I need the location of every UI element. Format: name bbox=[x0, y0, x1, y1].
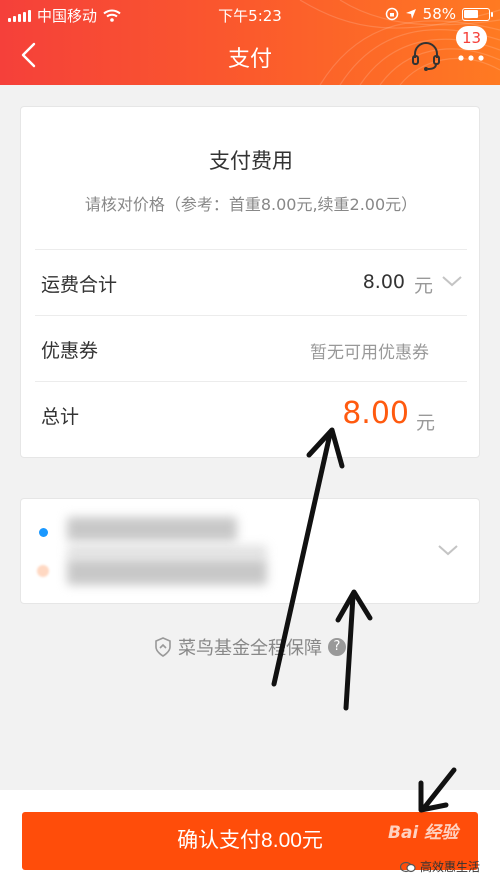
location-icon bbox=[405, 9, 416, 19]
coupon-row[interactable]: 优惠券 暂无可用优惠券 bbox=[35, 315, 467, 381]
payment-title: 支付费用 bbox=[209, 149, 293, 173]
sender-dot bbox=[39, 528, 48, 537]
battery-percent: 58% bbox=[422, 5, 456, 23]
blurred-sender-detail bbox=[67, 545, 267, 559]
rotation-lock-icon bbox=[385, 7, 398, 21]
more-icon[interactable] bbox=[456, 48, 488, 68]
coupon-label: 优惠券 bbox=[41, 340, 99, 362]
guarantee-line[interactable]: 菜鸟基金全程保障 ? bbox=[0, 634, 500, 660]
battery-icon bbox=[462, 7, 493, 21]
shipping-row[interactable]: 运费合计 8.00 元 bbox=[35, 249, 467, 315]
status-bar: 中国移动 下午5:23 58% bbox=[0, 0, 500, 28]
baidu-watermark: Bai 经验 bbox=[388, 823, 459, 843]
account-name: 高效惠生活 bbox=[420, 860, 481, 874]
total-value: 8.00 bbox=[342, 396, 409, 431]
shipping-unit: 元 bbox=[413, 275, 433, 297]
blurred-sender bbox=[67, 517, 237, 541]
price-reference: 请核对价格（参考：首重8.00元,续重2.00元） bbox=[84, 195, 418, 214]
blurred-receiver bbox=[67, 559, 267, 585]
chevron-down-icon[interactable] bbox=[441, 274, 463, 288]
help-icon[interactable]: ? bbox=[328, 638, 346, 656]
total-row: 总计 8.00 元 bbox=[35, 381, 467, 453]
wechat-icon bbox=[400, 861, 416, 872]
account-watermark: 高效惠生活 bbox=[400, 858, 480, 875]
message-badge[interactable]: 13 bbox=[456, 26, 488, 50]
shipping-label: 运费合计 bbox=[41, 274, 118, 296]
receiver-dot bbox=[37, 565, 49, 577]
header-bar: 中国移动 下午5:23 58% 支付 13 bbox=[0, 0, 500, 85]
total-unit: 元 bbox=[415, 412, 435, 434]
total-label: 总计 bbox=[41, 406, 80, 428]
guarantee-text: 菜鸟基金全程保障 bbox=[178, 638, 322, 659]
shield-icon bbox=[155, 637, 171, 657]
payment-card: 支付费用 请核对价格（参考：首重8.00元,续重2.00元） 运费合计 8.00… bbox=[20, 106, 480, 458]
coupon-hint: 暂无可用优惠券 bbox=[310, 343, 429, 363]
shipping-value: 8.00 bbox=[362, 271, 405, 293]
address-card[interactable] bbox=[20, 498, 480, 604]
chevron-down-icon[interactable] bbox=[437, 543, 459, 557]
headset-icon[interactable] bbox=[410, 40, 442, 72]
